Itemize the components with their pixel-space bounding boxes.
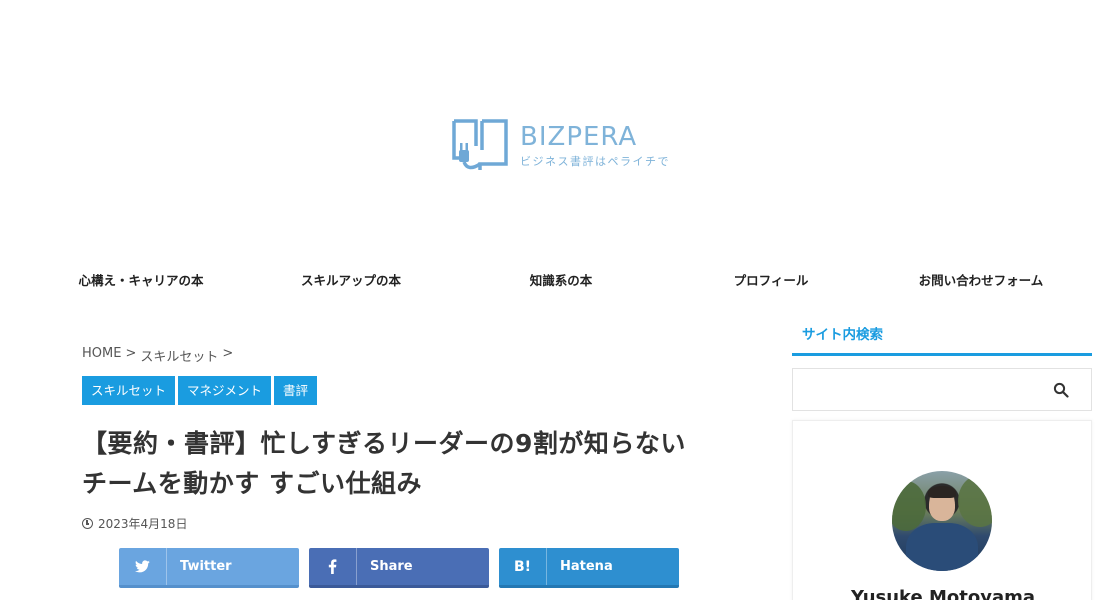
logo-subtitle: ビジネス書評はペライチで bbox=[520, 155, 670, 168]
search-icon[interactable] bbox=[1053, 382, 1069, 398]
category-tags: スキルセット マネジメント 書評 bbox=[82, 376, 318, 405]
nav-item-skillup[interactable]: スキルアップの本 bbox=[246, 270, 456, 289]
post-title-line2: チームを動かす すごい仕組み bbox=[82, 469, 422, 498]
breadcrumb-separator: > bbox=[125, 346, 137, 361]
clock-icon bbox=[82, 518, 93, 529]
facebook-icon bbox=[309, 548, 357, 585]
logo-title: BIZPERA bbox=[520, 122, 638, 152]
tag-skillset[interactable]: スキルセット bbox=[82, 376, 176, 405]
facebook-share-label: Share bbox=[370, 559, 413, 574]
breadcrumb: HOME > スキルセット > bbox=[82, 346, 233, 365]
search-input[interactable] bbox=[793, 369, 1033, 410]
hatena-share-label: Hatena bbox=[560, 559, 613, 574]
post-date: 2023年4月18日 bbox=[82, 515, 187, 532]
breadcrumb-category[interactable]: スキルセット bbox=[140, 346, 218, 365]
nav-item-knowledge[interactable]: 知識系の本 bbox=[456, 270, 666, 289]
twitter-share-button[interactable]: Twitter bbox=[119, 548, 299, 588]
breadcrumb-home[interactable]: HOME bbox=[82, 346, 121, 365]
facebook-share-button[interactable]: Share bbox=[309, 548, 489, 588]
nav-item-mindset[interactable]: 心構え・キャリアの本 bbox=[36, 270, 246, 289]
twitter-share-label: Twitter bbox=[180, 559, 232, 574]
global-nav: 心構え・キャリアの本 スキルアップの本 知識系の本 プロフィール お問い合わせフ… bbox=[36, 270, 1086, 289]
profile-card: Yusuke Motoyama bbox=[792, 420, 1092, 600]
post-date-text: 2023年4月18日 bbox=[98, 517, 188, 531]
tag-management[interactable]: マネジメント bbox=[178, 376, 272, 405]
sidebar-search-title: サイト内検索 bbox=[802, 327, 883, 343]
hatena-share-button[interactable]: B! Hatena bbox=[499, 548, 679, 588]
sidebar-search-box bbox=[792, 368, 1092, 411]
hatena-icon: B! bbox=[499, 548, 547, 585]
nav-item-profile[interactable]: プロフィール bbox=[666, 270, 876, 289]
nav-item-contact[interactable]: お問い合わせフォーム bbox=[876, 270, 1086, 289]
book-plug-icon bbox=[452, 119, 508, 170]
breadcrumb-separator: > bbox=[222, 346, 234, 361]
site-logo[interactable]: BIZPERA ビジネス書評はペライチで bbox=[450, 118, 690, 174]
tag-review[interactable]: 書評 bbox=[274, 376, 318, 405]
profile-name: Yusuke Motoyama bbox=[850, 587, 1036, 600]
twitter-icon bbox=[119, 548, 167, 585]
avatar bbox=[892, 471, 992, 571]
sidebar-search-heading: サイト内検索 bbox=[792, 312, 1092, 356]
post-title-line1: 【要約・書評】忙しすぎるリーダーの9割が知らない bbox=[82, 429, 686, 458]
post-title: 【要約・書評】忙しすぎるリーダーの9割が知らない チームを動かす すごい仕組み bbox=[82, 424, 732, 504]
